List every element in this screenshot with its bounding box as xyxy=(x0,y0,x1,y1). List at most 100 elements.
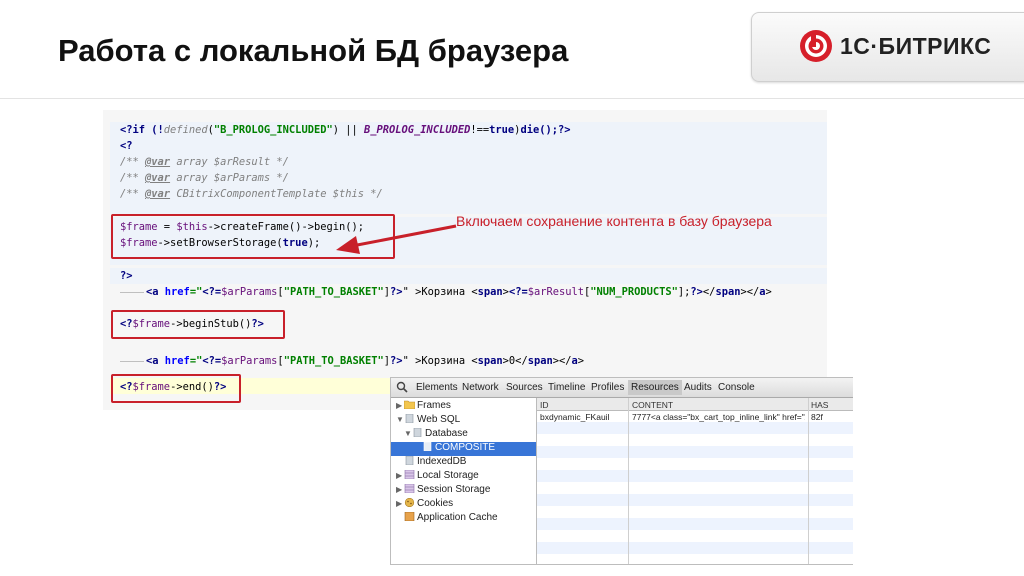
code-token: "B_PROLOG_INCLUDED" xyxy=(213,124,333,136)
code-token: CBitrixComponentTemplate $this */ xyxy=(170,188,383,200)
code-token: ?> xyxy=(690,286,703,298)
expand-arrow-icon[interactable]: ▶ xyxy=(396,471,404,480)
code-token: href xyxy=(164,355,190,367)
indent-arrow xyxy=(120,292,144,293)
column-header-id[interactable]: ID xyxy=(540,400,549,410)
code-line-9: <a href="<?=$arParams["PATH_TO_BASKET"]?… xyxy=(146,285,772,299)
tree-item-label: Database xyxy=(425,428,468,439)
code-block-close xyxy=(110,268,827,284)
tab-resources[interactable]: Resources xyxy=(628,380,682,395)
code-token: ></ xyxy=(740,286,760,298)
code-token: > xyxy=(765,286,772,298)
expand-arrow-icon[interactable]: ▶ xyxy=(396,485,404,494)
code-token: span xyxy=(477,355,503,367)
folder-icon xyxy=(404,400,415,409)
resources-sidebar: ▶ Frames ▼ Web SQL ▼ Database COMPOSITE Ind… xyxy=(391,398,537,564)
tab-audits[interactable]: Audits xyxy=(684,382,712,393)
code-line-2: <? xyxy=(120,140,133,152)
code-token: span xyxy=(715,286,741,298)
code-token: " >Корзина < xyxy=(402,286,478,298)
code-token: $arResult xyxy=(527,286,585,298)
code-token: </ xyxy=(702,286,716,298)
code-token: !== xyxy=(470,124,490,136)
tree-item-label: Session Storage xyxy=(417,484,491,495)
table-cell-id[interactable]: bxdynamic_FKauil xyxy=(540,412,626,422)
callout-arrow-icon xyxy=(336,224,457,254)
tree-item-composite[interactable]: COMPOSITE xyxy=(391,442,536,456)
header-divider xyxy=(0,98,1024,99)
code-token: ></ xyxy=(552,355,572,367)
devtools-toolbar: Elements Network Sources Timeline Profil… xyxy=(391,378,853,398)
code-token: <?if (! xyxy=(120,124,164,136)
database-icon xyxy=(405,456,414,465)
tree-item-web-sql[interactable]: ▼ Web SQL xyxy=(396,414,460,428)
tree-item-session-storage[interactable]: ▶ Session Storage xyxy=(396,484,490,498)
expand-arrow-icon[interactable]: ▶ xyxy=(396,499,404,508)
code-token: "NUM_PRODUCTS" xyxy=(590,286,678,298)
code-token: =" xyxy=(189,286,203,298)
data-grid: ID CONTENT HAS bxdynamic_FKauil 7777<a c… xyxy=(537,398,853,564)
code-token: "PATH_TO_BASKET" xyxy=(283,355,384,367)
code-token: true xyxy=(489,124,515,136)
search-icon[interactable] xyxy=(396,381,408,393)
table-icon xyxy=(423,442,432,451)
collapse-arrow-icon[interactable]: ▼ xyxy=(404,429,412,438)
code-editor: <?if (!defined("B_PROLOG_INCLUDED") || B… xyxy=(103,110,827,410)
tab-console[interactable]: Console xyxy=(718,382,755,393)
tree-item-label: Cookies xyxy=(417,498,454,509)
tab-sources[interactable]: Sources xyxy=(506,382,543,393)
code-token: =" xyxy=(189,355,203,367)
collapse-arrow-icon[interactable]: ▼ xyxy=(396,415,404,424)
code-token: span xyxy=(527,355,553,367)
code-line-11: <a href="<?=$arParams["PATH_TO_BASKET"]?… xyxy=(146,354,584,368)
grid-stripe xyxy=(537,494,853,506)
column-divider xyxy=(628,398,629,564)
code-line-8: ?> xyxy=(120,270,133,282)
tree-item-database[interactable]: ▼ Database xyxy=(404,428,468,442)
code-token: defined xyxy=(163,124,208,136)
code-line-3: /** @var array $arResult */ xyxy=(120,155,289,169)
tree-item-cookies[interactable]: ▶ Cookies xyxy=(396,498,453,512)
code-token: /** xyxy=(120,156,146,168)
code-line-5: /** @var CBitrixComponentTemplate $this … xyxy=(120,187,383,201)
tab-network[interactable]: Network xyxy=(462,382,499,393)
grid-stripe xyxy=(537,422,853,434)
tab-elements[interactable]: Elements xyxy=(416,382,458,393)
tab-profiles[interactable]: Profiles xyxy=(591,382,624,393)
code-token: @var xyxy=(145,172,171,184)
code-token: @var xyxy=(145,156,171,168)
expand-arrow-icon[interactable]: ▶ xyxy=(396,401,404,410)
column-header-content[interactable]: CONTENT xyxy=(632,400,673,410)
tree-item-indexeddb[interactable]: IndexedDB xyxy=(404,456,466,470)
code-token: ();?> xyxy=(539,124,571,136)
code-token: ?> xyxy=(390,286,403,298)
code-token: B_PROLOG_INCLUDED xyxy=(364,124,471,136)
code-token: /** xyxy=(120,172,146,184)
code-token: >0</ xyxy=(502,355,528,367)
highlight-box-end xyxy=(111,374,241,403)
column-divider xyxy=(808,398,809,564)
code-token: "PATH_TO_BASKET" xyxy=(283,286,384,298)
code-token: array $arParams */ xyxy=(170,172,289,184)
tree-item-local-storage[interactable]: ▶ Local Storage xyxy=(396,470,479,484)
grid-stripe xyxy=(537,446,853,458)
tree-item-application-cache[interactable]: Application Cache xyxy=(404,512,498,526)
cache-icon xyxy=(404,512,415,521)
code-token: <a xyxy=(146,355,165,367)
tree-item-label: Frames xyxy=(417,400,451,411)
column-header-has[interactable]: HAS xyxy=(811,400,828,410)
tree-item-label: Local Storage xyxy=(417,470,479,481)
indent-arrow xyxy=(120,361,144,362)
cookie-icon xyxy=(404,498,415,507)
code-line-4: /** @var array $arParams */ xyxy=(120,171,289,185)
code-token: /** xyxy=(120,188,146,200)
code-token: <?= xyxy=(202,355,222,367)
table-cell-has[interactable]: 82f xyxy=(811,412,851,422)
tab-timeline[interactable]: Timeline xyxy=(548,382,585,393)
code-token: @var xyxy=(145,188,171,200)
code-token: $arParams xyxy=(221,286,278,298)
table-cell-content[interactable]: 7777<a class="bx_cart_top_inline_link" h… xyxy=(632,412,805,422)
code-token: ) || xyxy=(332,124,364,136)
tree-item-frames[interactable]: ▶ Frames xyxy=(396,400,451,414)
grid-header xyxy=(537,398,853,411)
